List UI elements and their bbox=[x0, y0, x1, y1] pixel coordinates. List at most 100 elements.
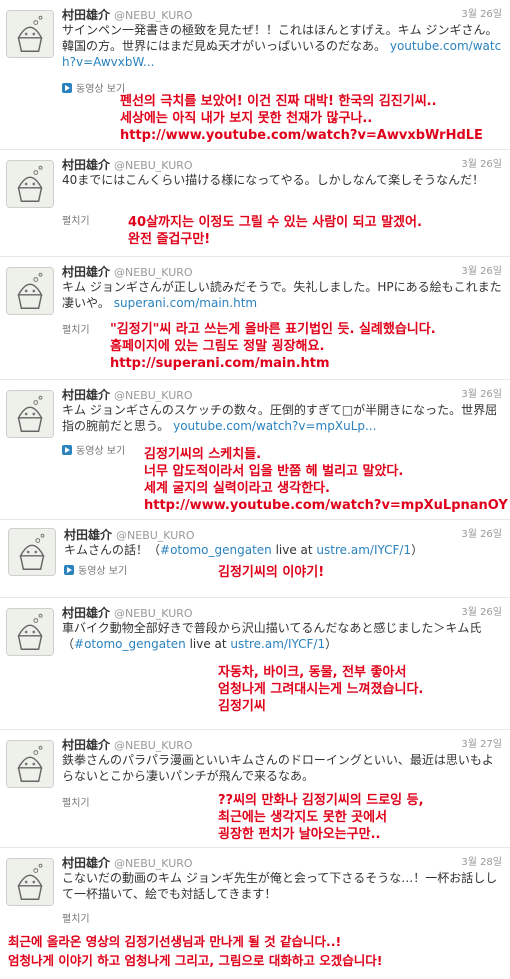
translation: 최근에 올라온 영상의 김정기선생님과 만나게 될 것 같습니다..! 엄청나게… bbox=[8, 932, 382, 970]
avatar[interactable] bbox=[6, 608, 54, 656]
translation-line: 세상에는 아직 내가 보지 못한 천재가 많구나.. bbox=[120, 111, 373, 126]
user-handle[interactable]: @NEBU_KURO bbox=[116, 529, 195, 542]
expand-button[interactable]: 펼치기 bbox=[62, 212, 90, 227]
user-name[interactable]: 村田雄介 bbox=[62, 158, 110, 172]
watch-video-button[interactable]: 동영상 보기 bbox=[62, 442, 125, 457]
avatar[interactable] bbox=[8, 528, 56, 576]
tweet-date[interactable]: 3월 26일 bbox=[461, 262, 502, 277]
user-handle[interactable]: @NEBU_KURO bbox=[114, 389, 193, 402]
tweet-date[interactable]: 3월 26일 bbox=[461, 155, 502, 170]
user-name[interactable]: 村田雄介 bbox=[64, 528, 112, 542]
tweet-header: 村田雄介 @NEBU_KURO 3월 26일 bbox=[62, 261, 502, 279]
translation-line: 최근에는 생각지도 못한 곳에서 bbox=[218, 810, 388, 825]
user-handle[interactable]: @NEBU_KURO bbox=[114, 159, 193, 172]
user-handle[interactable]: @NEBU_KURO bbox=[114, 607, 193, 620]
tweet-date[interactable]: 3월 26일 bbox=[461, 603, 502, 618]
tweet-body: こないだの動画のキム ジョンギ先生が俺と会って下さるそうな…！一杯お話しして一杯… bbox=[62, 871, 498, 901]
tweet-link[interactable]: superani.com/main.htm bbox=[114, 296, 257, 310]
tweet-body-2: live at bbox=[271, 543, 317, 557]
tweet-header: 村田雄介 @NEBU_KURO 3월 26일 bbox=[62, 4, 502, 22]
action-label: 동영상 보기 bbox=[76, 84, 126, 95]
play-icon bbox=[64, 565, 74, 575]
translation-line: 홈페이지에 있는 그림도 정말 굉장해요. bbox=[110, 339, 325, 354]
translation-line: 김정기씨의 스케치들. bbox=[144, 447, 262, 462]
tweet-header: 村田雄介 @NEBU_KURO 3월 28일 bbox=[62, 852, 502, 870]
watch-video-button[interactable]: 동영상 보기 bbox=[64, 562, 127, 577]
avatar[interactable] bbox=[6, 10, 54, 58]
watch-video-button[interactable]: 동영상 보기 bbox=[62, 80, 125, 95]
tweet-body-2: live at bbox=[185, 637, 231, 651]
avatar[interactable] bbox=[6, 390, 54, 438]
tweet-date[interactable]: 3월 28일 bbox=[461, 853, 502, 868]
tweet-text: 車バイク動物全部好きで普段から沢山描いてるんだなあと感じました＞キム氏（#oto… bbox=[62, 620, 502, 652]
translation: ??씨의 만화나 김정기씨의 드로잉 등, 최근에는 생각지도 못한 곳에서 굉… bbox=[218, 792, 424, 843]
translation: "김정기"씨 라고 쓰는게 올바른 표기법인 듯. 실례했습니다. 홈페이지에 … bbox=[110, 321, 436, 372]
tweet-text: こないだの動画のキム ジョンギ先生が俺と会って下さるそうな…！一杯お話しして一杯… bbox=[62, 870, 502, 902]
translation: 40살까지는 이정도 그릴 수 있는 사람이 되고 말겠어. 완전 즐겁구만! bbox=[128, 214, 422, 248]
tweet-5: 村田雄介 @NEBU_KURO 3월 26일 キムさんの話！（#otomo_gen… bbox=[0, 520, 510, 598]
translation-line: 엄청나게 이야기 하고 엄청나게 그리고, 그림으로 대화하고 오겠습니다! bbox=[8, 953, 383, 968]
action-label: 펼치기 bbox=[62, 914, 90, 925]
tweet-body: 鉄拳さんのパラパラ漫画といいキムさんのドローイングといい、最近は思いもよらないと… bbox=[62, 753, 494, 783]
tweet-body: キムさんの話！（ bbox=[64, 543, 161, 557]
user-handle[interactable]: @NEBU_KURO bbox=[114, 9, 193, 22]
tweet-4: 村田雄介 @NEBU_KURO 3월 26일 キム ジョンギさんのスケッチの数々。… bbox=[0, 380, 510, 520]
ustream-link[interactable]: ustre.am/IYCF/1 bbox=[230, 637, 325, 651]
user-name[interactable]: 村田雄介 bbox=[62, 8, 110, 22]
avatar[interactable] bbox=[6, 858, 54, 906]
tweet-2: 村田雄介 @NEBU_KURO 3월 26일 40までにはこんくらい描ける様になっ… bbox=[0, 150, 510, 257]
expand-button[interactable]: 펼치기 bbox=[62, 321, 90, 336]
translation-line: 엄청나게 그려대시는게 느껴졌습니다. bbox=[218, 682, 424, 697]
translation-line: http://www.youtube.com/watch?v=AwvxbWrHd… bbox=[120, 128, 483, 143]
tweet-date[interactable]: 3월 26일 bbox=[461, 525, 502, 540]
tweet-6: 村田雄介 @NEBU_KURO 3월 26일 車バイク動物全部好きで普段から沢山描… bbox=[0, 598, 510, 730]
avatar[interactable] bbox=[6, 160, 54, 208]
translation: 자동차, 바이크, 동물, 전부 좋아서 엄청나게 그려대시는게 느껴졌습니다.… bbox=[218, 664, 423, 715]
tweet-header: 村田雄介 @NEBU_KURO 3월 27일 bbox=[62, 734, 502, 752]
tweet-text: キム ジョンギさんが正しい読みだそうで。失礼しました。HPにある絵もこれまた凄い… bbox=[62, 279, 502, 311]
tweet-text: キムさんの話！（#otomo_gengaten live at ustre.am… bbox=[64, 542, 502, 558]
play-icon bbox=[62, 83, 72, 93]
action-label: 펼치기 bbox=[62, 798, 90, 809]
translation-line: 너무 압도적이라서 입을 반쯤 헤 벌리고 말았다. bbox=[144, 464, 404, 479]
tweet-date[interactable]: 3월 26일 bbox=[461, 5, 502, 20]
user-name[interactable]: 村田雄介 bbox=[62, 388, 110, 402]
tweet-text: サインペン一発書きの極致を見たぜ！！これはほんとすげえ。キム ジンギさん。韓国の… bbox=[62, 22, 502, 70]
translation-line: http://www.youtube.com/watch?v=mpXuLpnan… bbox=[144, 498, 508, 513]
tweet-3: 村田雄介 @NEBU_KURO 3월 26일 キム ジョンギさんが正しい読みだそう… bbox=[0, 257, 510, 380]
tweet-body: 40までにはこんくらい描ける様になってやる。しかしなんて楽しそうなんだ！ bbox=[62, 173, 485, 187]
ustream-link[interactable]: ustre.am/IYCF/1 bbox=[316, 543, 411, 557]
translation: 김정기씨의 이야기! bbox=[218, 564, 324, 581]
translation-line: 세계 굴지의 실력이라고 생각한다. bbox=[144, 481, 330, 496]
user-name[interactable]: 村田雄介 bbox=[62, 606, 110, 620]
tweet-date[interactable]: 3월 26일 bbox=[461, 385, 502, 400]
action-label: 동영상 보기 bbox=[76, 446, 126, 457]
tweet-header: 村田雄介 @NEBU_KURO 3월 26일 bbox=[62, 602, 502, 620]
tweet-8: 村田雄介 @NEBU_KURO 3월 28일 こないだの動画のキム ジョンギ先生が… bbox=[0, 848, 510, 979]
tweet-body-3: ） bbox=[411, 543, 424, 557]
tweet-date[interactable]: 3월 27일 bbox=[461, 735, 502, 750]
tweet-body-3: ） bbox=[325, 637, 338, 651]
translation-line: 김정기씨 bbox=[218, 699, 266, 714]
tweet-text: 鉄拳さんのパラパラ漫画といいキムさんのドローイングといい、最近は思いもよらないと… bbox=[62, 752, 502, 784]
user-handle[interactable]: @NEBU_KURO bbox=[114, 857, 193, 870]
user-handle[interactable]: @NEBU_KURO bbox=[114, 739, 193, 752]
user-name[interactable]: 村田雄介 bbox=[62, 265, 110, 279]
tweet-text: 40までにはこんくらい描ける様になってやる。しかしなんて楽しそうなんだ！ bbox=[62, 172, 502, 188]
user-name[interactable]: 村田雄介 bbox=[62, 856, 110, 870]
user-name[interactable]: 村田雄介 bbox=[62, 738, 110, 752]
user-handle[interactable]: @NEBU_KURO bbox=[114, 266, 193, 279]
avatar[interactable] bbox=[6, 267, 54, 315]
hashtag-link[interactable]: #otomo_gengaten bbox=[74, 637, 186, 651]
translation-line: 김정기씨의 이야기! bbox=[218, 565, 325, 580]
translation-line: 최근에 올라온 영상의 김정기선생님과 만나게 될 것 같습니다..! bbox=[8, 934, 342, 949]
expand-button[interactable]: 펼치기 bbox=[62, 910, 90, 925]
hashtag-link[interactable]: #otomo_gengaten bbox=[160, 543, 272, 557]
translation: 펜선의 극치를 보았어! 이건 진짜 대박! 한국의 김진기씨.. 세상에는 아… bbox=[120, 93, 483, 144]
avatar[interactable] bbox=[6, 740, 54, 788]
expand-button[interactable]: 펼치기 bbox=[62, 794, 90, 809]
play-icon bbox=[62, 445, 72, 455]
action-label: 펼치기 bbox=[62, 216, 90, 227]
translation-line: 펜선의 극치를 보았어! 이건 진짜 대박! 한국의 김진기씨.. bbox=[120, 94, 437, 109]
tweet-link[interactable]: youtube.com/watch?v=mpXuLp... bbox=[173, 419, 376, 433]
